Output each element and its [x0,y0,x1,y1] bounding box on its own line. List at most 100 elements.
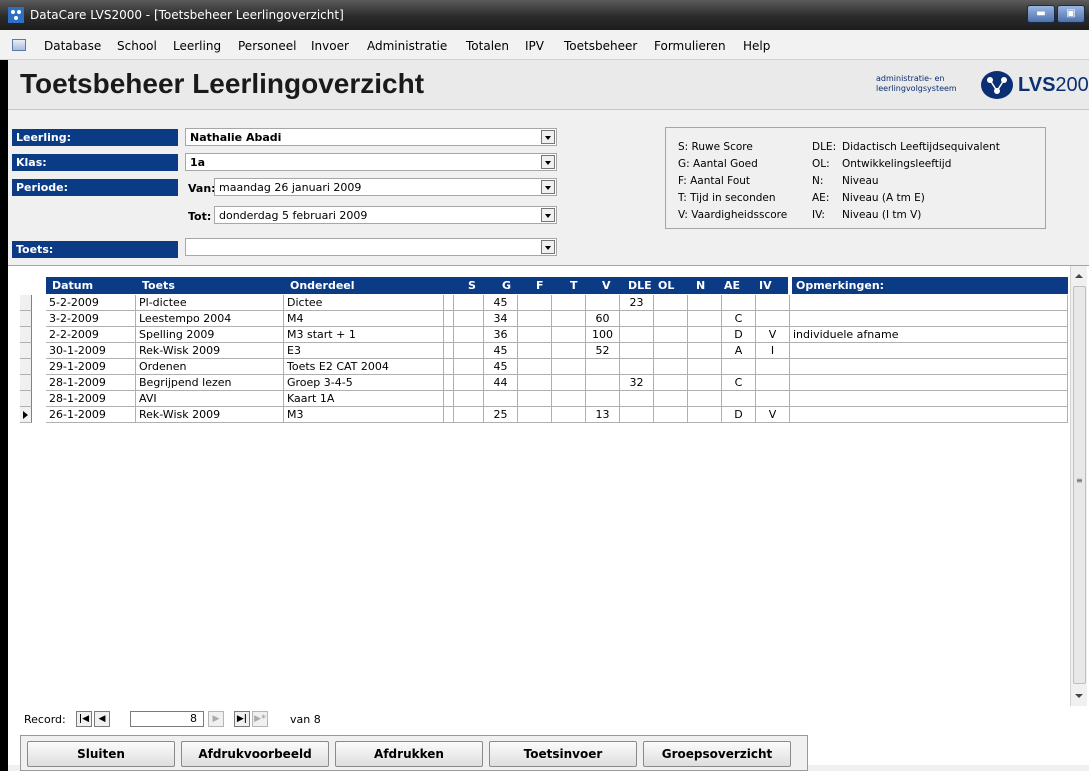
grid-cell[interactable]: I [756,343,790,359]
grid-cell[interactable]: 3-2-2009 [46,311,136,327]
grid-cell[interactable]: V [756,407,790,423]
grid-cell[interactable]: V [756,327,790,343]
grid-cell[interactable] [688,391,722,407]
grid-cell[interactable] [756,391,790,407]
grid-cell[interactable] [454,327,484,343]
grid-cell[interactable] [654,407,688,423]
grid-cell[interactable] [454,359,484,375]
grid-cell[interactable] [454,295,484,311]
grid-cell[interactable] [790,407,1068,423]
scroll-down-icon[interactable] [1075,694,1083,698]
grid-cell[interactable]: Groep 3-4-5 [284,375,444,391]
grid-cell[interactable]: D [722,407,756,423]
grid-cell[interactable] [518,407,552,423]
grid-cell[interactable] [654,311,688,327]
grid-cell[interactable] [688,295,722,311]
grid-cell[interactable]: 45 [484,359,518,375]
grid-cell[interactable]: Spelling 2009 [136,327,284,343]
grid-cell[interactable]: 32 [620,375,654,391]
first-record-button[interactable]: |◀ [76,711,92,727]
tot-dropdown-icon[interactable] [541,208,555,222]
menu-personeel[interactable]: Personeel [238,39,296,53]
grid-cell[interactable]: Toets E2 CAT 2004 [284,359,444,375]
menu-formulieren[interactable]: Formulieren [654,39,726,53]
grid-cell[interactable] [586,359,620,375]
table-row[interactable]: 28-1-2009 AVI Kaart 1A [8,391,1068,407]
grid-cell[interactable] [454,407,484,423]
col-header-s[interactable]: S [468,277,476,294]
grid-cell[interactable] [518,391,552,407]
restore-button[interactable]: ▣ [1057,5,1085,23]
col-header-ae[interactable]: AE [724,277,740,294]
grid-cell[interactable] [518,295,552,311]
grid-cell[interactable] [722,359,756,375]
grid-cell[interactable] [688,311,722,327]
menu-help[interactable]: Help [743,39,770,53]
grid-cell[interactable]: 5-2-2009 [46,295,136,311]
grid-cell[interactable]: 13 [586,407,620,423]
grid-cell[interactable] [688,407,722,423]
menu-database[interactable]: Database [44,39,101,53]
last-record-button[interactable]: ▶| [234,711,250,727]
menu-ipv[interactable]: IPV [525,39,544,53]
grid-cell[interactable] [518,359,552,375]
grid-cell[interactable] [756,359,790,375]
leerling-dropdown-icon[interactable] [541,130,555,144]
grid-cell[interactable] [654,343,688,359]
grid-cell[interactable]: 100 [586,327,620,343]
grid-cell[interactable]: 26-1-2009 [46,407,136,423]
grid-cell[interactable]: 30-1-2009 [46,343,136,359]
grid-cell[interactable] [654,391,688,407]
menu-administratie[interactable]: Administratie [367,39,447,53]
klas-dropdown-icon[interactable] [541,155,555,169]
table-row[interactable]: 30-1-2009 Rek-Wisk 2009 E3 45 52 A I [8,343,1068,359]
grid-cell[interactable] [518,311,552,327]
grid-cell[interactable] [552,359,586,375]
menu-leerling[interactable]: Leerling [173,39,221,53]
col-header-t[interactable]: T [570,277,578,294]
new-record-button[interactable]: ▶* [252,711,268,727]
tot-combo[interactable]: donderdag 5 februari 2009 [214,206,557,224]
scroll-thumb[interactable] [1073,286,1086,684]
record-number-input[interactable]: 8 [130,711,204,727]
menu-invoer[interactable]: Invoer [311,39,349,53]
grid-cell[interactable] [518,343,552,359]
grid-cell[interactable]: 36 [484,327,518,343]
grid-cell[interactable] [518,327,552,343]
grid-cell[interactable] [620,359,654,375]
grid-cell[interactable] [586,295,620,311]
grid-cell[interactable] [552,391,586,407]
grid-cell[interactable]: 45 [484,295,518,311]
col-header-ol[interactable]: OL [658,277,674,294]
table-row[interactable]: 3-2-2009 Leestempo 2004 M4 34 60 C [8,311,1068,327]
grid-cell[interactable]: Begrijpend lezen [136,375,284,391]
grid-cell[interactable] [454,391,484,407]
grid-cell[interactable] [552,343,586,359]
col-header-f[interactable]: F [536,277,544,294]
grid-cell[interactable]: 29-1-2009 [46,359,136,375]
table-row[interactable]: 5-2-2009 Pl-dictee Dictee 45 23 [8,295,1068,311]
grid-cell[interactable]: individuele afname [790,327,1068,343]
toetsinvoer-button[interactable]: Toetsinvoer [489,741,637,767]
grid-cell[interactable] [790,359,1068,375]
col-header-datum[interactable]: Datum [52,277,93,294]
grid-cell[interactable]: Pl-dictee [136,295,284,311]
grid-cell[interactable] [586,375,620,391]
menu-toetsbeheer[interactable]: Toetsbeheer [564,39,637,53]
table-row[interactable]: 28-1-2009 Begrijpend lezen Groep 3-4-5 44 32… [8,375,1068,391]
grid-cell[interactable] [790,343,1068,359]
grid-cell[interactable] [654,359,688,375]
table-row[interactable]: 2-2-2009 Spelling 2009 M3 start + 1 36 100 D V… [8,327,1068,343]
grid-cell[interactable]: M4 [284,311,444,327]
grid-cell[interactable] [454,343,484,359]
grid-cell[interactable] [620,311,654,327]
minimize-button[interactable]: ▬ [1027,5,1055,23]
grid-cell[interactable] [722,295,756,311]
grid-cell[interactable]: 25 [484,407,518,423]
grid-cell[interactable]: M3 start + 1 [284,327,444,343]
grid-cell[interactable]: 2-2-2009 [46,327,136,343]
form-menu-icon[interactable] [12,39,26,51]
grid-cell[interactable] [688,327,722,343]
grid-cell[interactable]: AVI [136,391,284,407]
next-record-button[interactable]: ▶ [208,711,224,727]
